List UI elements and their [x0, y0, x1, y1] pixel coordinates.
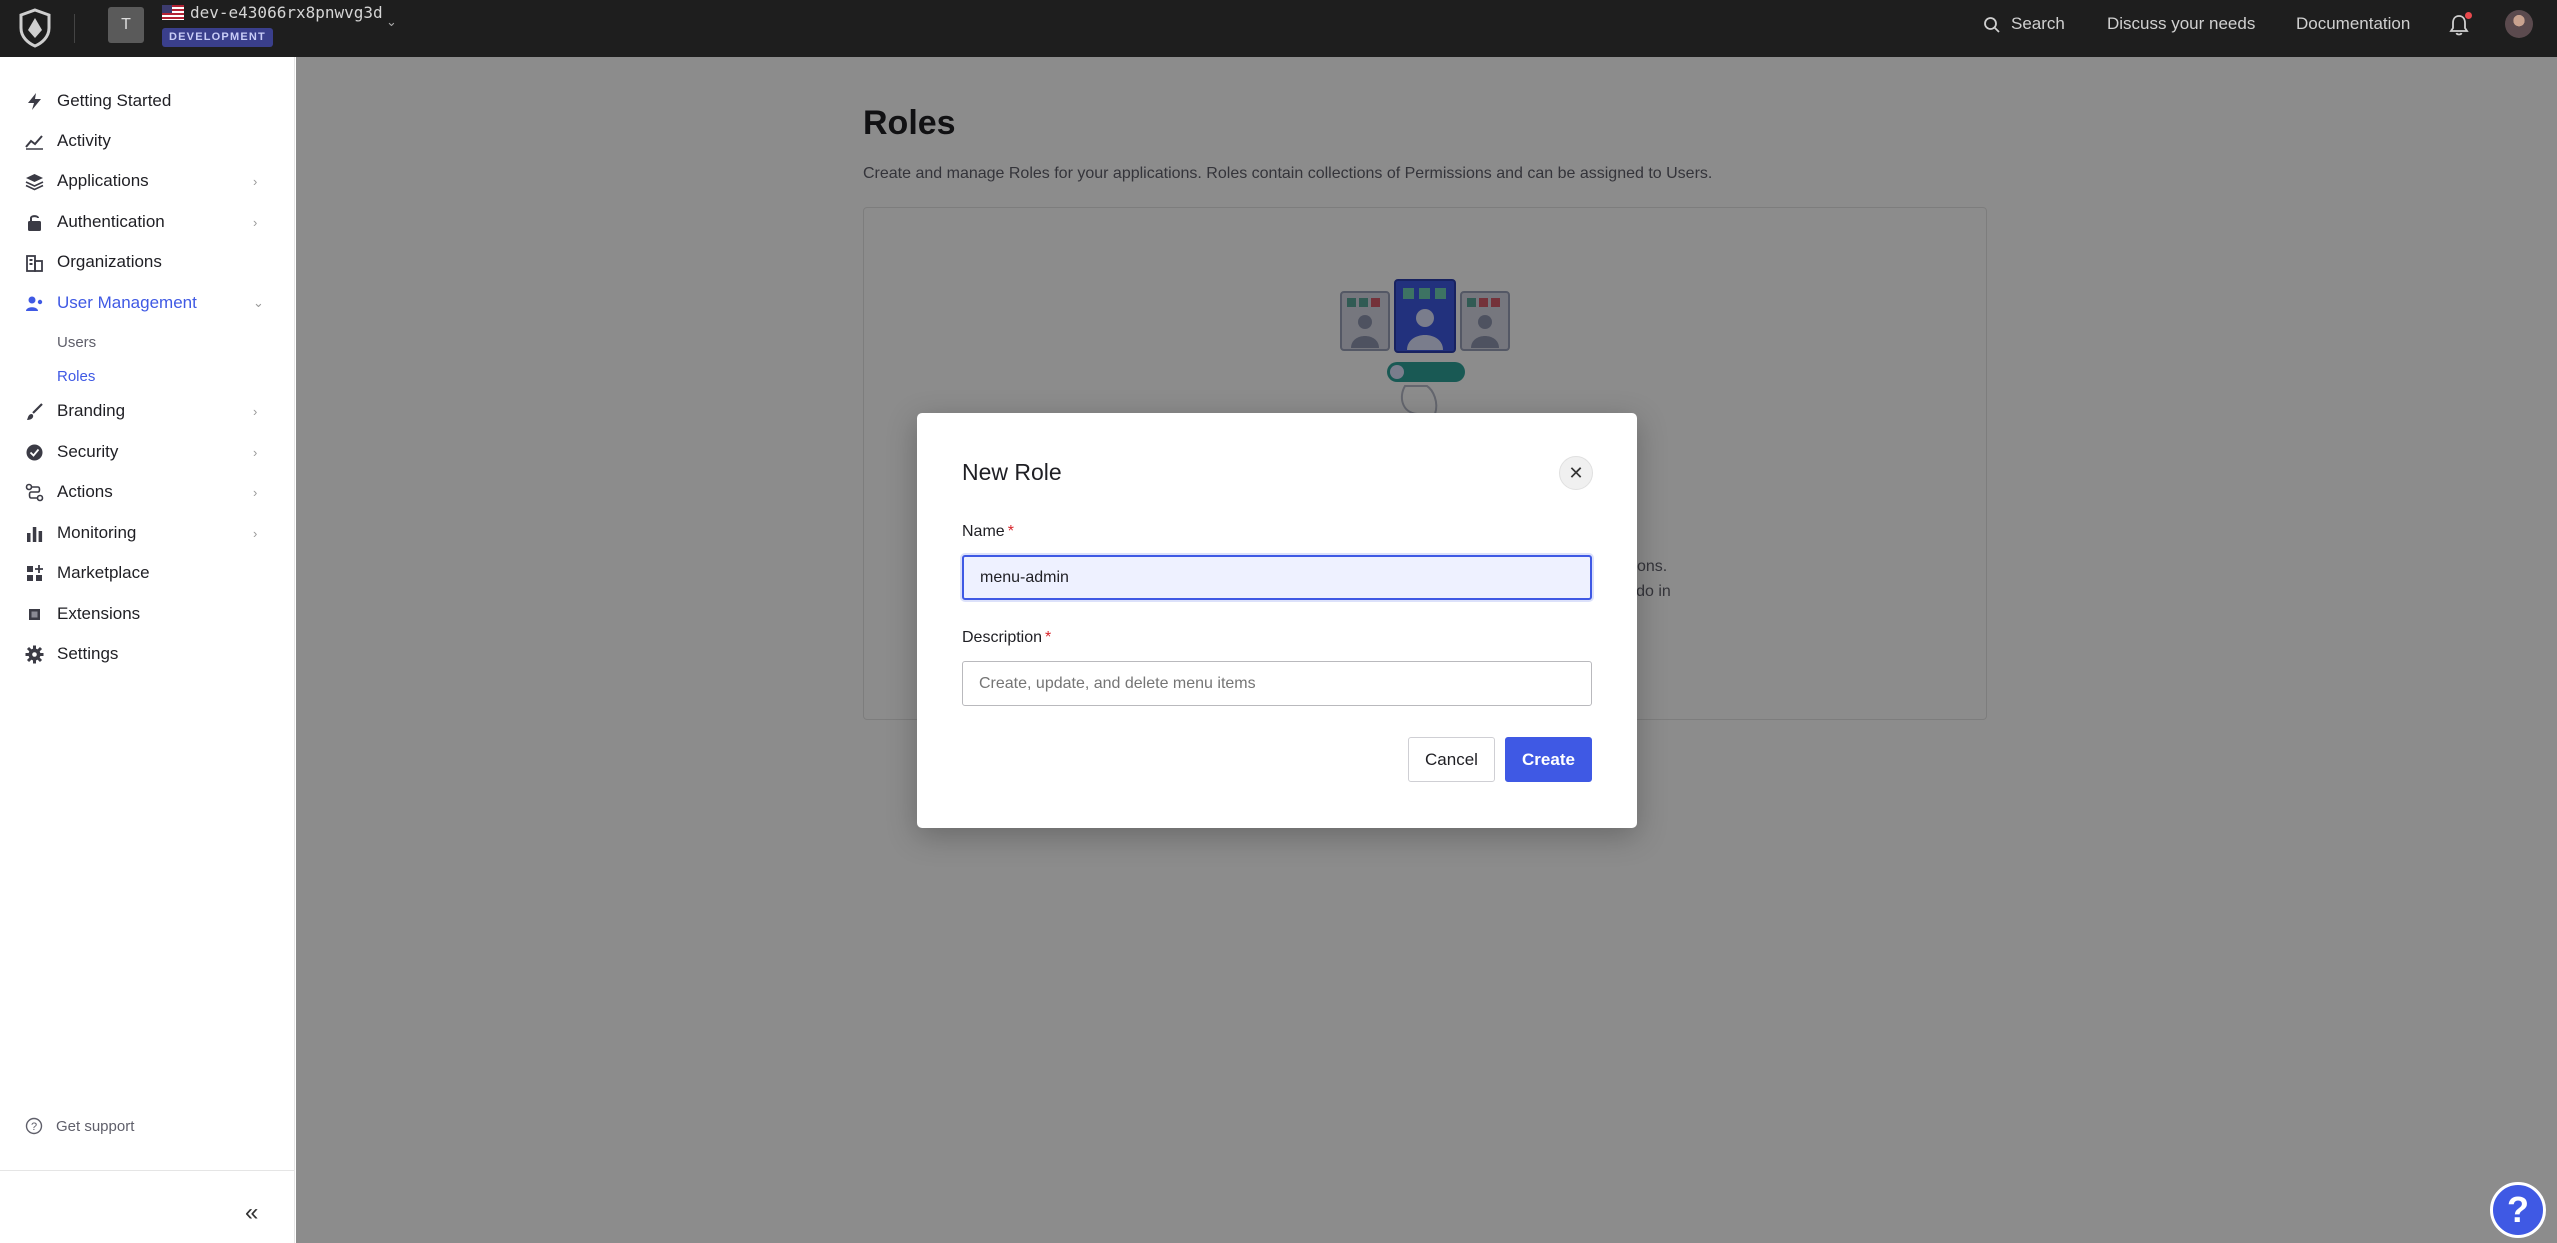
chevron-right-icon: › — [253, 214, 258, 230]
user-avatar[interactable] — [2505, 10, 2533, 38]
sidebar-item-label: User Management — [57, 293, 197, 312]
sidebar-item-label: Branding — [57, 401, 126, 420]
sidebar-item-getting-started[interactable]: Getting Started — [0, 84, 295, 118]
users-icon — [26, 296, 43, 311]
name-field[interactable] — [962, 555, 1592, 600]
layers-icon — [25, 173, 44, 190]
sidebar-item-label: Organizations — [57, 252, 162, 271]
help-button[interactable]: ? — [2490, 1182, 2546, 1238]
sidebar-item-label: Authentication — [57, 212, 165, 231]
tenant-name[interactable]: dev-e43066rx8pnwvg3d — [190, 3, 383, 22]
us-flag-icon — [162, 5, 184, 20]
search-link[interactable]: Search — [2011, 14, 2065, 34]
svg-text:?: ? — [31, 1121, 37, 1133]
flow-icon — [25, 483, 44, 501]
sidebar-item-label: Monitoring — [57, 523, 137, 542]
help-circle-icon: ? — [25, 1117, 43, 1135]
search-icon[interactable] — [1983, 16, 2001, 34]
sidebar-item-actions[interactable]: Actions › — [0, 475, 295, 509]
question-mark-icon: ? — [2507, 1189, 2529, 1230]
chevron-right-icon: › — [253, 444, 258, 460]
sidebar-divider — [0, 1170, 295, 1171]
name-label-text: Name — [962, 523, 1005, 540]
sidebar-subitem-roles[interactable]: Roles — [57, 368, 95, 385]
sidebar-item-label: Security — [57, 442, 119, 461]
chevron-right-icon: › — [253, 484, 258, 500]
get-support-link[interactable]: ? Get support — [25, 1117, 134, 1135]
name-label: Name * — [962, 523, 1014, 541]
tenant-avatar[interactable]: T — [108, 7, 144, 43]
shield-check-icon — [26, 444, 43, 460]
gear-icon — [25, 645, 44, 663]
sidebar-subitem-users[interactable]: Users — [57, 334, 96, 351]
chevron-right-icon: › — [253, 525, 258, 541]
sidebar-item-authentication[interactable]: Authentication › — [0, 205, 295, 239]
top-bar: T dev-e43066rx8pnwvg3d DEVELOPMENT ⌄ Sea… — [0, 0, 2557, 57]
sidebar-item-label: Marketplace — [57, 563, 150, 582]
topbar-divider — [74, 14, 75, 43]
grid-plus-icon — [27, 564, 43, 581]
chevron-right-icon: › — [253, 173, 258, 189]
get-support-label: Get support — [56, 1117, 135, 1135]
description-label-text: Description — [962, 629, 1043, 646]
collapse-sidebar-icon[interactable]: « — [245, 1199, 258, 1227]
dialog-title: New Role — [962, 459, 1062, 485]
new-role-dialog: New Role ✕ Name* Description* Cancel Cre… — [917, 413, 1637, 828]
discuss-needs-link[interactable]: Discuss your needs — [2107, 14, 2255, 34]
sidebar-item-label: Applications — [57, 171, 149, 190]
description-field[interactable] — [962, 661, 1592, 706]
auth0-logo-icon[interactable] — [18, 8, 52, 48]
sidebar-item-label: Settings — [57, 644, 119, 663]
close-icon[interactable]: ✕ — [1559, 456, 1593, 490]
cancel-button[interactable]: Cancel — [1408, 737, 1495, 782]
sidebar-item-marketplace[interactable]: Marketplace — [0, 556, 295, 590]
documentation-link[interactable]: Documentation — [2296, 14, 2410, 34]
sidebar-item-security[interactable]: Security › — [0, 435, 295, 469]
chevron-right-icon: › — [253, 403, 258, 419]
required-marker: * — [1045, 629, 1052, 646]
sidebar-item-settings[interactable]: Settings — [0, 637, 295, 671]
sidebar-item-monitoring[interactable]: Monitoring › — [0, 516, 295, 550]
sidebar-item-user-management[interactable]: User Management ⌄ — [0, 286, 295, 320]
sidebar-item-label: Actions — [57, 482, 113, 501]
environment-badge: DEVELOPMENT — [162, 28, 273, 47]
chevron-down-icon[interactable]: ⌄ — [386, 14, 397, 30]
sidebar-item-label: Getting Started — [57, 91, 172, 110]
required-marker: * — [1007, 523, 1014, 540]
chevron-down-icon: ⌄ — [253, 295, 264, 310]
activity-chart-icon — [25, 134, 43, 150]
sidebar-item-activity[interactable]: Activity — [0, 124, 295, 158]
bolt-icon — [28, 92, 41, 110]
bar-chart-icon — [27, 526, 43, 542]
brush-icon — [27, 402, 43, 420]
description-label: Description * — [962, 629, 1051, 647]
building-icon — [26, 254, 43, 272]
sidebar-item-branding[interactable]: Branding › — [0, 394, 295, 428]
sidebar-item-applications[interactable]: Applications › — [0, 164, 295, 198]
sidebar-item-label: Activity — [57, 131, 111, 150]
puzzle-icon — [29, 608, 40, 620]
sidebar-item-organizations[interactable]: Organizations — [0, 245, 295, 279]
create-button[interactable]: Create — [1505, 737, 1592, 782]
sidebar: Getting Started Activity Applications › … — [0, 57, 295, 1243]
notification-dot — [2465, 12, 2472, 19]
lock-icon — [28, 214, 41, 231]
sidebar-item-extensions[interactable]: Extensions — [0, 597, 295, 631]
sidebar-item-label: Extensions — [57, 604, 141, 623]
